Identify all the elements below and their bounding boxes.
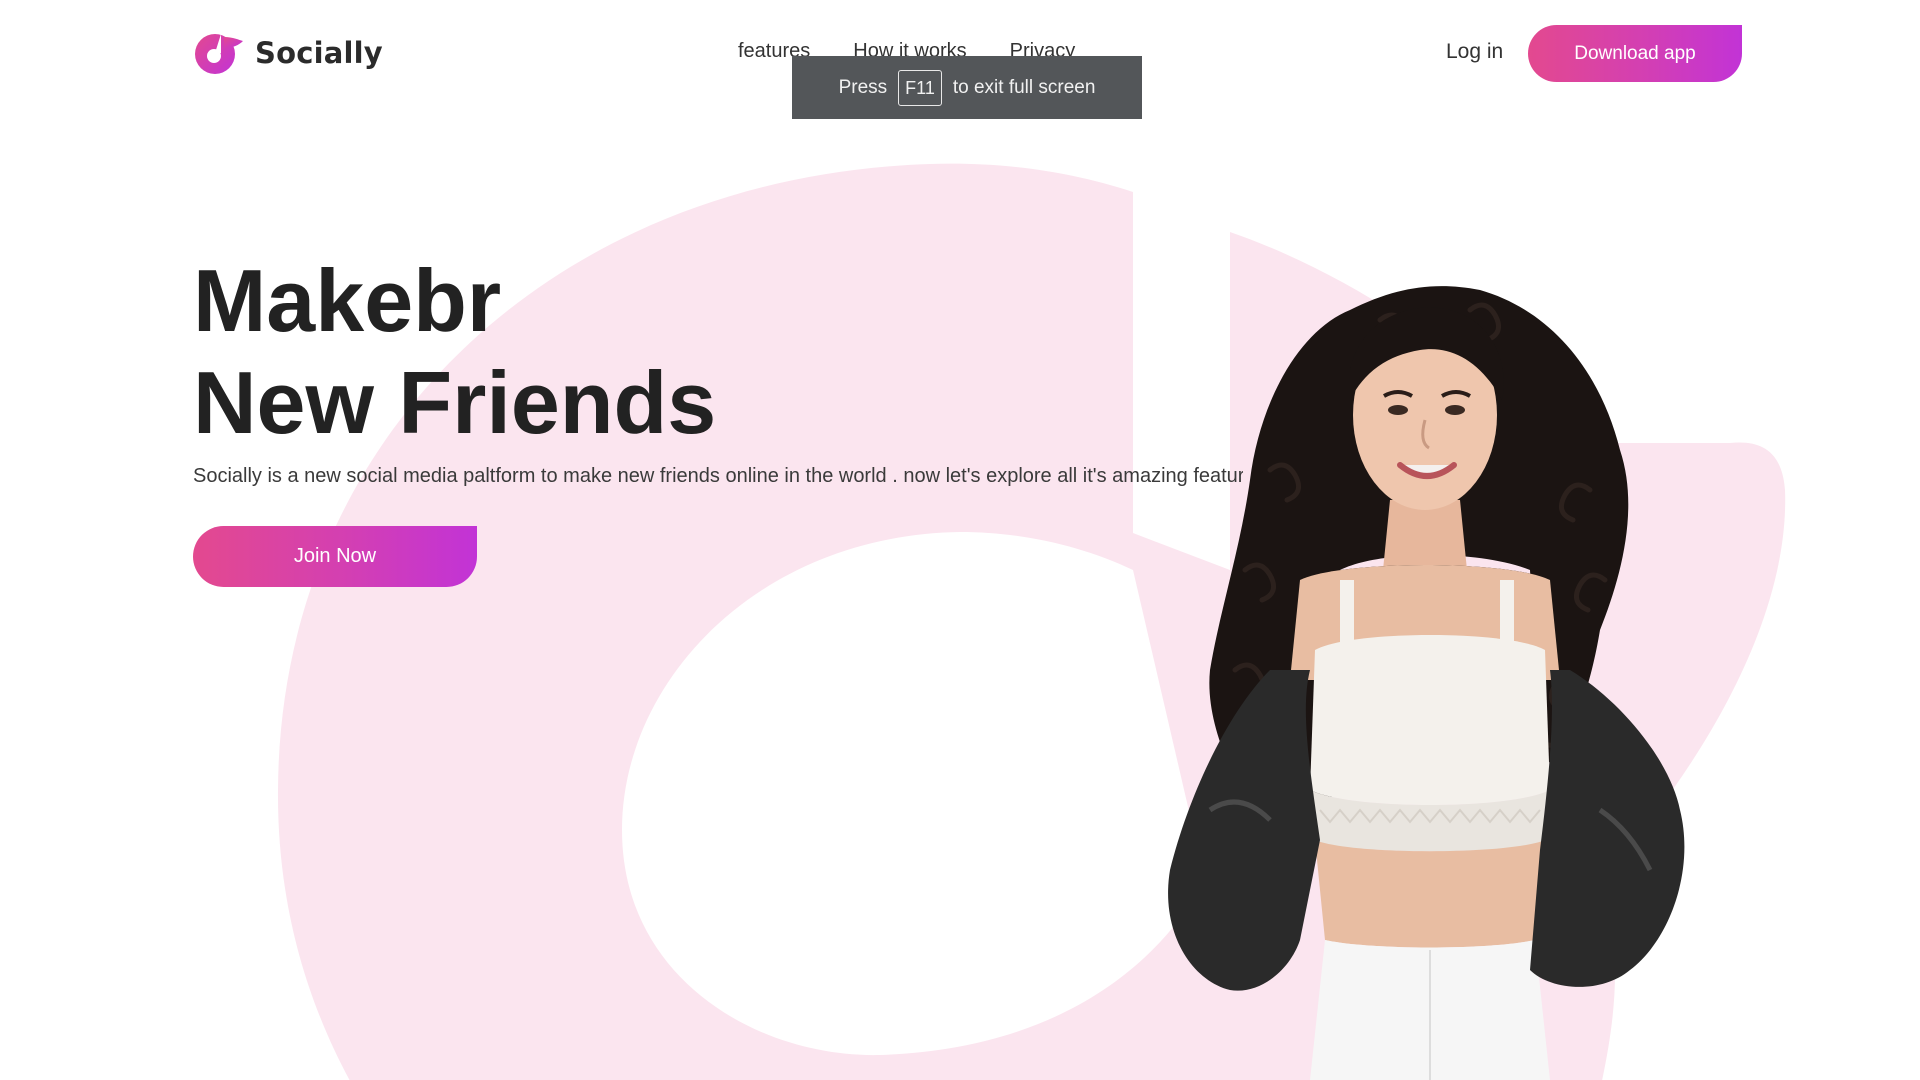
hero-title-line1: Makebr: [193, 251, 502, 350]
fullscreen-exit-toast: Press F11 to exit full screen: [792, 56, 1142, 119]
brand-name: Socially: [255, 36, 383, 70]
landing-page: Socially features How it works Privacy L…: [0, 0, 1920, 1080]
login-link[interactable]: Log in: [1446, 40, 1503, 64]
toast-prefix: Press: [838, 76, 888, 98]
hero-title-line2: New Friends: [193, 353, 717, 452]
hero-description: Socially is a new social media paltform …: [193, 465, 1243, 487]
join-now-button[interactable]: Join Now: [193, 526, 477, 587]
hero-title: Makebr New Friends: [193, 250, 716, 454]
woman-curly-hair-photo: [1168, 286, 1685, 1080]
download-app-button[interactable]: Download app: [1528, 25, 1742, 82]
toast-suffix: to exit full screen: [952, 76, 1096, 98]
toast-key: F11: [898, 69, 942, 106]
socially-logo-icon: [195, 34, 243, 74]
logo-link[interactable]: Socially: [193, 31, 383, 75]
